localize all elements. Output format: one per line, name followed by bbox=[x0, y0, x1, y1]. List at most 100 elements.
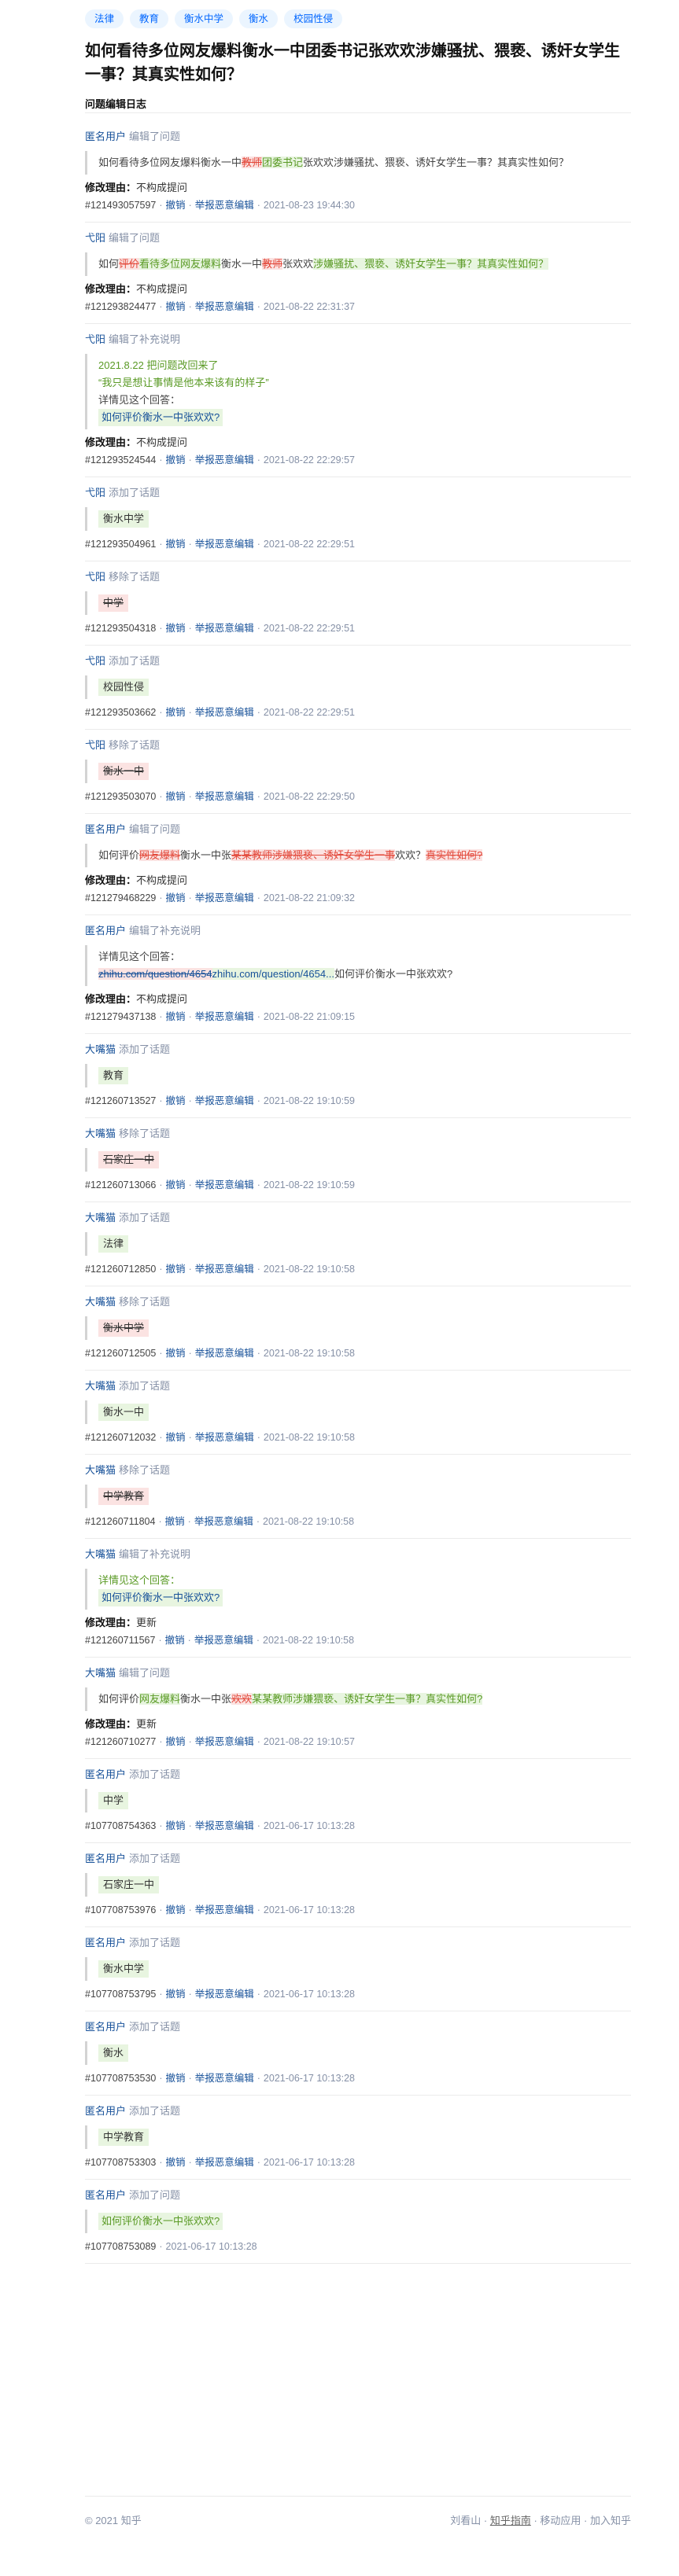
undo-link[interactable]: 撤销 bbox=[166, 539, 186, 550]
undo-link[interactable]: 撤销 bbox=[166, 707, 186, 718]
undo-link[interactable]: 撤销 bbox=[166, 454, 186, 466]
separator: · bbox=[256, 539, 260, 550]
editor-name-link[interactable]: 大嘴猫 bbox=[85, 1464, 116, 1476]
separator: · bbox=[481, 2515, 490, 2526]
report-edit-link[interactable]: 举报恶意编辑 bbox=[195, 1989, 254, 2000]
editor-name-link[interactable]: 弋阳 bbox=[85, 655, 105, 667]
revision-id: #107708753795 bbox=[85, 1989, 157, 2000]
report-edit-link[interactable]: 举报恶意编辑 bbox=[195, 1348, 254, 1359]
editor-name-link[interactable]: 弋阳 bbox=[85, 333, 105, 345]
editor-name-link[interactable]: 大嘴猫 bbox=[85, 1128, 116, 1139]
undo-link[interactable]: 撤销 bbox=[166, 2157, 186, 2168]
topic-tag[interactable]: 教育 bbox=[130, 9, 169, 28]
edit-time: 2021-08-22 22:29:50 bbox=[263, 791, 355, 802]
editor-name-link[interactable]: 匿名用户 bbox=[85, 823, 126, 835]
undo-link[interactable]: 撤销 bbox=[166, 1348, 186, 1359]
editor-name-link[interactable]: 弋阳 bbox=[85, 487, 105, 499]
undo-link[interactable]: 撤销 bbox=[166, 1432, 186, 1443]
separator: · bbox=[188, 623, 192, 634]
undo-link[interactable]: 撤销 bbox=[166, 200, 186, 211]
editor-name-link[interactable]: 匿名用户 bbox=[85, 2021, 126, 2033]
report-edit-link[interactable]: 举报恶意编辑 bbox=[195, 1736, 254, 1747]
footer-link[interactable]: 加入知乎 bbox=[590, 2515, 631, 2526]
editor-name-link[interactable]: 匿名用户 bbox=[85, 1768, 126, 1780]
undo-link[interactable]: 撤销 bbox=[166, 1904, 186, 1915]
report-edit-link[interactable]: 举报恶意编辑 bbox=[195, 1904, 254, 1915]
footer-link[interactable]: 刘看山 bbox=[450, 2515, 481, 2526]
separator: · bbox=[159, 791, 163, 802]
report-edit-link[interactable]: 举报恶意编辑 bbox=[195, 539, 254, 550]
footer-link[interactable]: 移动应用 bbox=[540, 2515, 581, 2526]
reason-label: 修改理由： bbox=[85, 283, 137, 295]
undo-link[interactable]: 撤销 bbox=[165, 1516, 185, 1527]
editor-name-link[interactable]: 匿名用户 bbox=[85, 2189, 126, 2201]
report-edit-link[interactable]: 举报恶意编辑 bbox=[195, 1264, 254, 1275]
report-edit-link[interactable]: 举报恶意编辑 bbox=[194, 1635, 253, 1646]
undo-link[interactable]: 撤销 bbox=[166, 1179, 186, 1190]
report-edit-link[interactable]: 举报恶意编辑 bbox=[195, 200, 254, 211]
editor-name-link[interactable]: 大嘴猫 bbox=[85, 1043, 116, 1055]
edit-time: 2021-08-23 19:44:30 bbox=[263, 200, 355, 211]
report-edit-link[interactable]: 举报恶意编辑 bbox=[195, 623, 254, 634]
editor-name-link[interactable]: 匿名用户 bbox=[85, 2105, 126, 2117]
edit-action: 添加了话题 bbox=[109, 487, 161, 499]
entry-header: 匿名用户 编辑了问题 bbox=[85, 819, 631, 841]
undo-link[interactable]: 撤销 bbox=[166, 1820, 186, 1831]
editor-name-link[interactable]: 大嘴猫 bbox=[85, 1380, 116, 1392]
separator: · bbox=[256, 623, 260, 634]
topic-tag[interactable]: 校园性侵 bbox=[284, 9, 343, 28]
undo-link[interactable]: 撤销 bbox=[166, 1736, 186, 1747]
separator: · bbox=[159, 2241, 163, 2252]
undo-link[interactable]: 撤销 bbox=[166, 1011, 186, 1022]
report-edit-link[interactable]: 举报恶意编辑 bbox=[195, 1432, 254, 1443]
separator: · bbox=[188, 539, 192, 550]
report-edit-link[interactable]: 举报恶意编辑 bbox=[195, 1820, 254, 1831]
editor-name-link[interactable]: 匿名用户 bbox=[85, 1853, 126, 1864]
undo-link[interactable]: 撤销 bbox=[166, 1095, 186, 1106]
editor-name-link[interactable]: 大嘴猫 bbox=[85, 1667, 116, 1679]
editor-name-link[interactable]: 大嘴猫 bbox=[85, 1548, 116, 1560]
entry-meta: #107708753795 · 撤销 · 举报恶意编辑 · 2021-06-17 10:13… bbox=[85, 1985, 631, 2003]
separator: · bbox=[188, 707, 192, 718]
topic-tag[interactable]: 衡水中学 bbox=[175, 9, 234, 28]
log-entry: 大嘴猫 移除了话题 石家庄一中 #121260713066 · 撤销 · 举报恶意编辑 · 202… bbox=[85, 1118, 631, 1202]
report-edit-link[interactable]: 举报恶意编辑 bbox=[194, 1516, 253, 1527]
report-edit-link[interactable]: 举报恶意编辑 bbox=[195, 301, 254, 312]
report-edit-link[interactable]: 举报恶意编辑 bbox=[195, 892, 254, 903]
report-edit-link[interactable]: 举报恶意编辑 bbox=[195, 1179, 254, 1190]
entry-meta: #121260711804 · 撤销 · 举报恶意编辑 · 2021-08-22 19:10… bbox=[85, 1513, 631, 1530]
editor-name-link[interactable]: 弋阳 bbox=[85, 571, 105, 583]
editor-name-link[interactable]: 大嘴猫 bbox=[85, 1212, 116, 1224]
undo-link[interactable]: 撤销 bbox=[166, 1989, 186, 2000]
undo-link[interactable]: 撤销 bbox=[166, 2073, 186, 2084]
undo-link[interactable]: 撤销 bbox=[166, 301, 186, 312]
separator: · bbox=[159, 1179, 163, 1190]
report-edit-link[interactable]: 举报恶意编辑 bbox=[195, 454, 254, 466]
log-entry: 大嘴猫 编辑了问题 如何评价网友爆料衡水一中张欢欢某某教师涉嫌猥亵、诱奸女学生一事？… bbox=[85, 1658, 631, 1759]
report-edit-link[interactable]: 举报恶意编辑 bbox=[195, 707, 254, 718]
footer-link[interactable]: 知乎指南 bbox=[490, 2515, 531, 2526]
undo-link[interactable]: 撤销 bbox=[165, 1635, 185, 1646]
topic-tag[interactable]: 法律 bbox=[85, 9, 124, 28]
undo-link[interactable]: 撤销 bbox=[166, 892, 186, 903]
report-edit-link[interactable]: 举报恶意编辑 bbox=[195, 1095, 254, 1106]
undo-link[interactable]: 撤销 bbox=[166, 1264, 186, 1275]
editor-name-link[interactable]: 大嘴猫 bbox=[85, 1296, 116, 1308]
editor-name-link[interactable]: 弋阳 bbox=[85, 232, 105, 244]
editor-name-link[interactable]: 匿名用户 bbox=[85, 131, 126, 142]
report-edit-link[interactable]: 举报恶意编辑 bbox=[195, 2073, 254, 2084]
page-title: 如何看待多位网友爆料衡水一中团委书记张欢欢涉嫌骚扰、猥亵、诱奸女学生一事？其真实… bbox=[85, 42, 620, 83]
log-entry: 弋阳 编辑了问题 如何评价看待多位网友爆料衡水一中教师张欢欢涉嫌骚扰、猥亵、诱奸女学… bbox=[85, 223, 631, 324]
undo-link[interactable]: 撤销 bbox=[166, 791, 186, 802]
editor-name-link[interactable]: 匿名用户 bbox=[85, 925, 126, 937]
report-edit-link[interactable]: 举报恶意编辑 bbox=[195, 2157, 254, 2168]
edit-reason: 修改理由：不构成提问 bbox=[85, 281, 631, 298]
report-edit-link[interactable]: 举报恶意编辑 bbox=[195, 791, 254, 802]
topic-tag[interactable]: 衡水 bbox=[239, 9, 279, 28]
diff-content: 衡水一中 bbox=[85, 760, 631, 783]
editor-name-link[interactable]: 匿名用户 bbox=[85, 1937, 126, 1949]
diff-content: 如何评价网友爆料衡水一中张欢欢某某教师涉嫌猥亵、诱奸女学生一事？真实性如何? bbox=[85, 1687, 631, 1711]
undo-link[interactable]: 撤销 bbox=[166, 623, 186, 634]
report-edit-link[interactable]: 举报恶意编辑 bbox=[195, 1011, 254, 1022]
editor-name-link[interactable]: 弋阳 bbox=[85, 739, 105, 751]
